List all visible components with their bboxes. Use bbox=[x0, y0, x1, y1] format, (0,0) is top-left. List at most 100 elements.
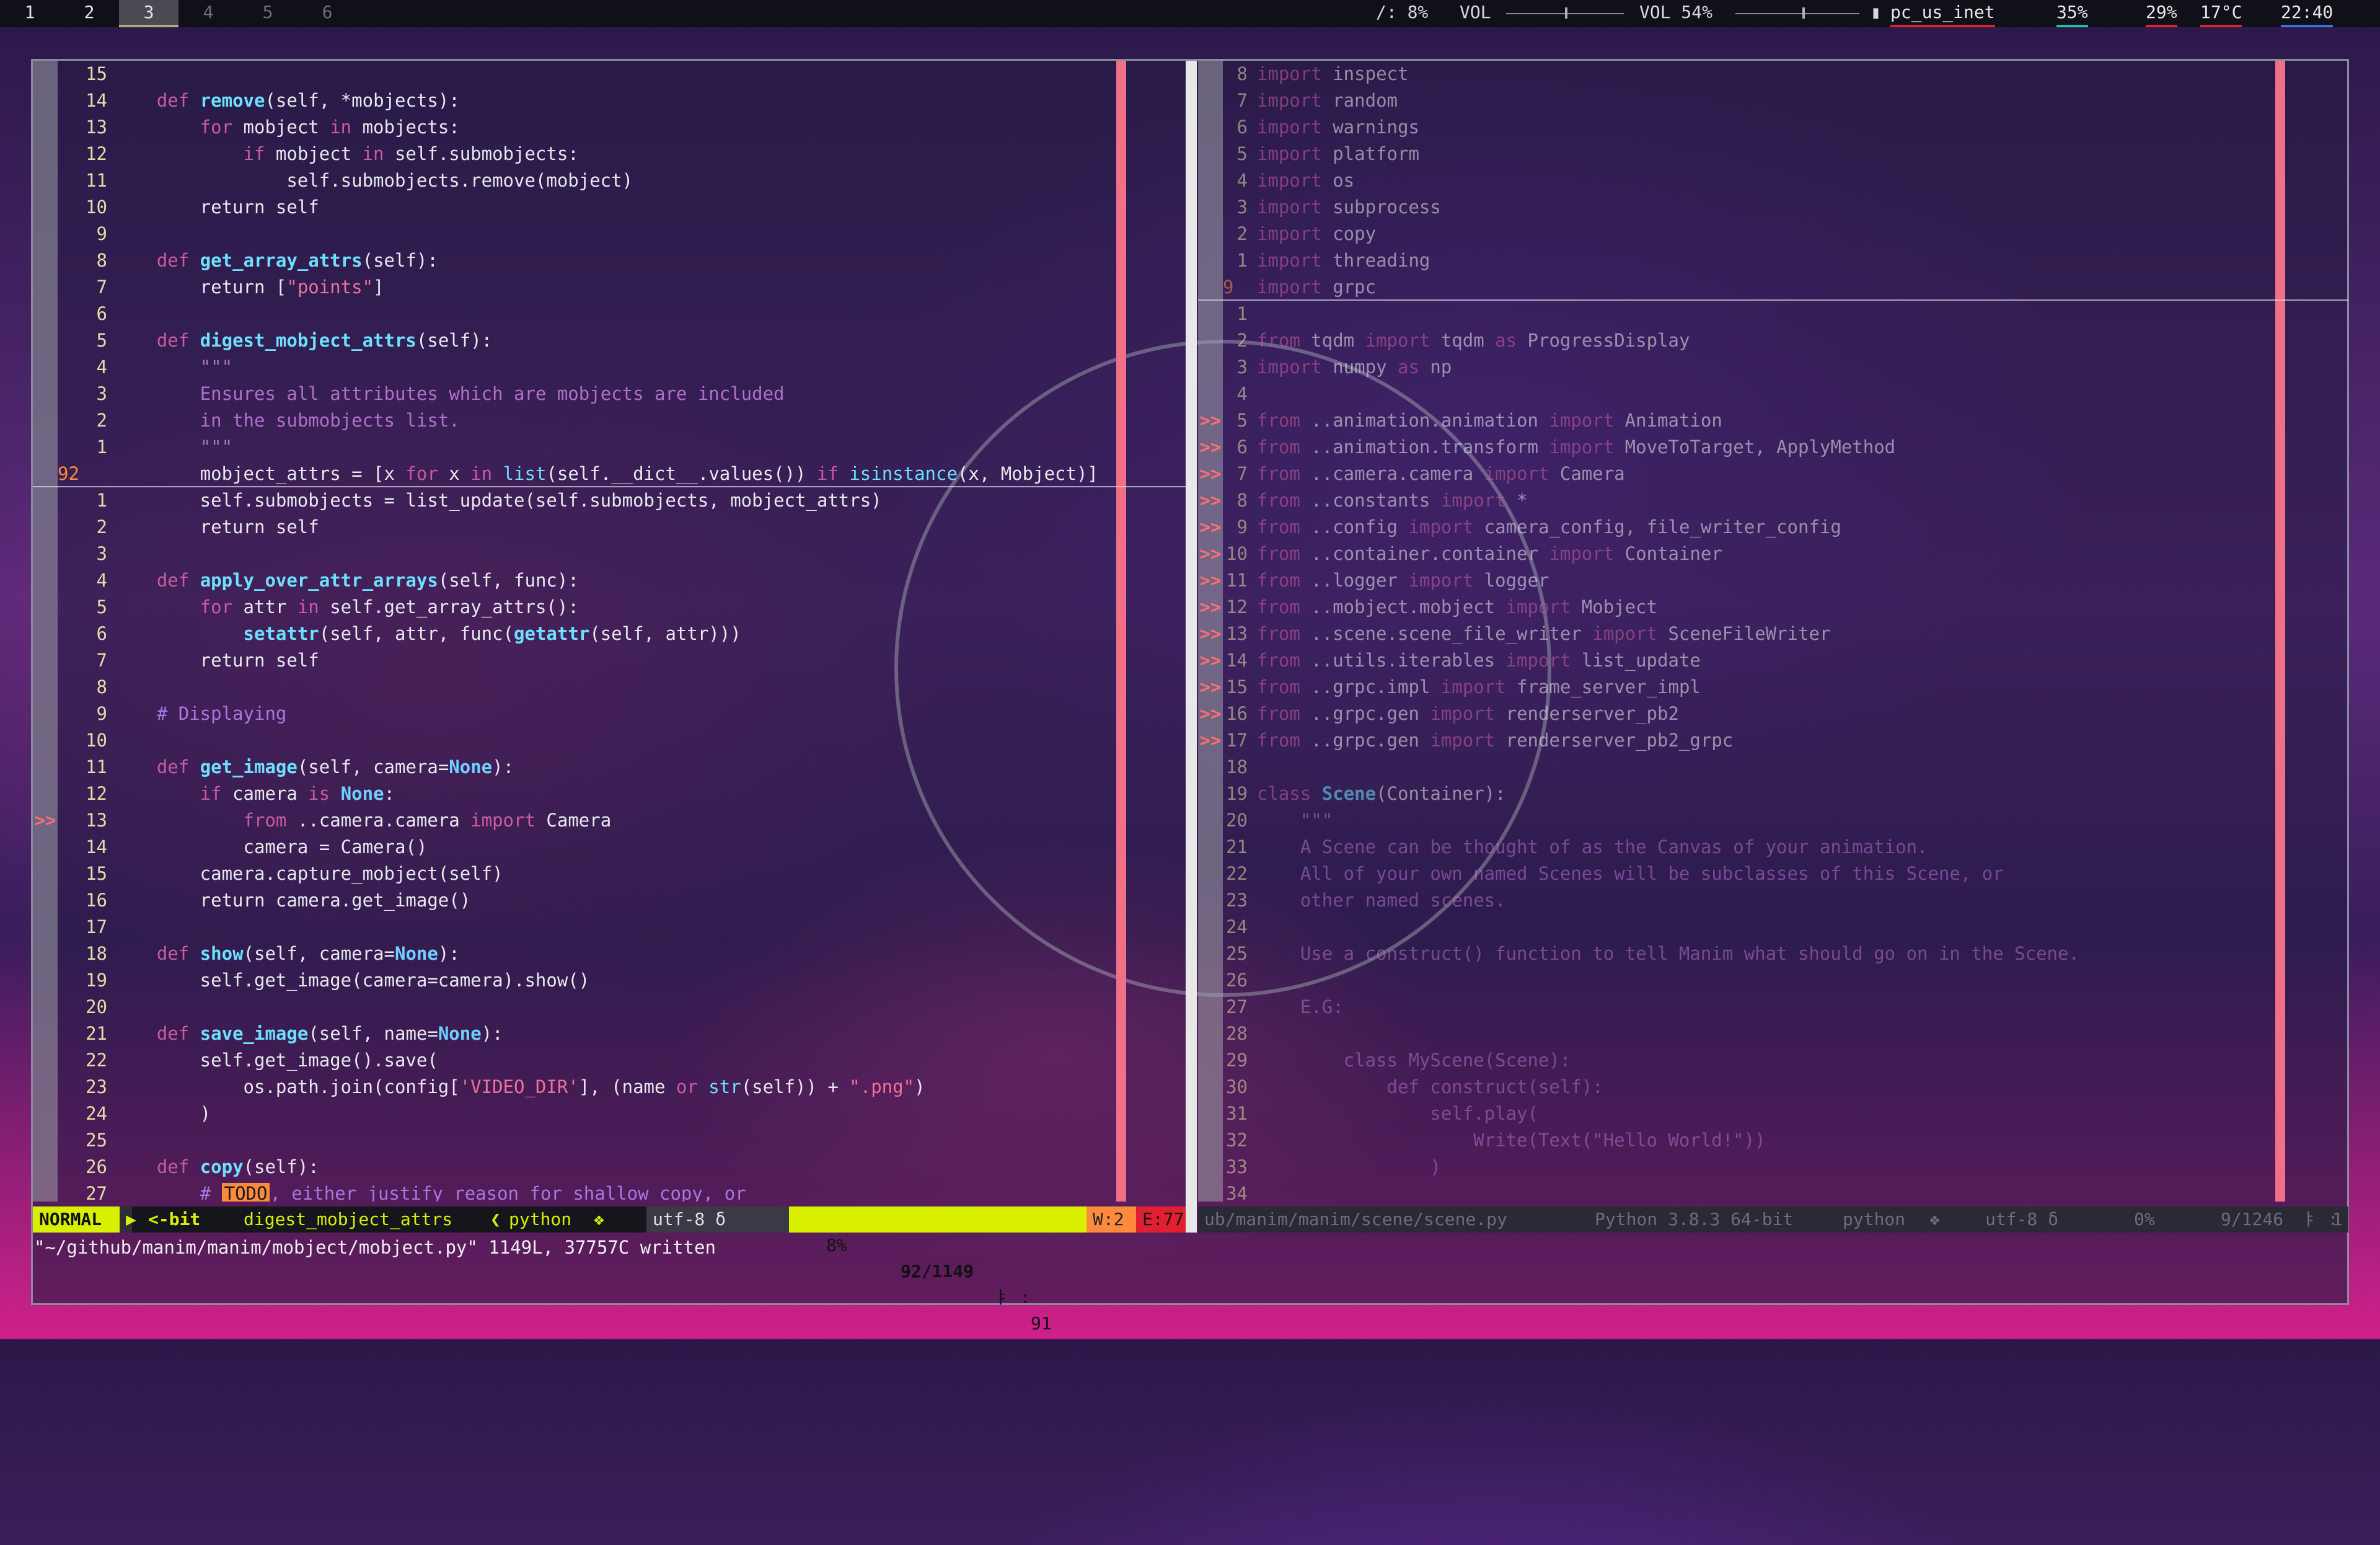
code-line[interactable]: 7 import random bbox=[1198, 87, 2348, 114]
code-line[interactable]: 25 Use a construct() function to tell Ma… bbox=[1198, 941, 2348, 967]
code-line[interactable]: 9 import grpc bbox=[1198, 274, 2348, 301]
code-line[interactable]: 11 def get_image(self, camera=None): bbox=[33, 754, 1186, 781]
code-line[interactable]: 31 self.play( bbox=[1198, 1100, 2348, 1127]
code-line[interactable]: 19 self.get_image(camera=camera).show() bbox=[33, 967, 1186, 994]
workspace-1[interactable]: 1 bbox=[0, 0, 60, 27]
code-line[interactable]: 12 if camera is None: bbox=[33, 781, 1186, 807]
code-line[interactable]: 10 bbox=[33, 727, 1186, 754]
error-count[interactable]: E:77 bbox=[1136, 1206, 1186, 1233]
workspace-3[interactable]: 3 bbox=[119, 0, 178, 27]
code-line[interactable]: 8 bbox=[33, 674, 1186, 701]
code-line[interactable]: 23 other named scenes. bbox=[1198, 887, 2348, 914]
code-line[interactable]: 18 bbox=[1198, 754, 2348, 781]
workspace-6[interactable]: 6 bbox=[298, 0, 357, 27]
code-line[interactable]: 10 return self bbox=[33, 194, 1186, 221]
code-line[interactable]: 2 return self bbox=[33, 514, 1186, 541]
code-line[interactable]: 1 self.submobjects = list_update(self.su… bbox=[33, 487, 1186, 514]
code-line[interactable]: 92 mobject_attrs = [x for x in list(self… bbox=[33, 461, 1186, 487]
code-line[interactable]: >> 17 from ..grpc.gen import renderserver_… bbox=[1198, 727, 2348, 754]
code-line[interactable]: 5 import platform bbox=[1198, 141, 2348, 167]
code-line[interactable]: 24 ) bbox=[33, 1100, 1186, 1127]
code-line[interactable]: 1 """ bbox=[33, 434, 1186, 461]
editor-pane-right[interactable]: 8 import inspect 7 import random 6 import war… bbox=[1198, 61, 2348, 1202]
code-line[interactable]: 19 class Scene(Container): bbox=[1198, 781, 2348, 807]
code-line[interactable]: 2 in the submobjects list. bbox=[33, 407, 1186, 434]
code-line[interactable]: 13 for mobject in mobjects: bbox=[33, 114, 1186, 141]
code-line[interactable]: 2 import copy bbox=[1198, 221, 2348, 247]
code-line[interactable]: 3 import numpy as np bbox=[1198, 354, 2348, 381]
code-line[interactable]: >> 15 from ..grpc.impl import frame_server… bbox=[1198, 674, 2348, 701]
code-line[interactable]: 30 def construct(self): bbox=[1198, 1074, 2348, 1100]
code-line[interactable]: 28 bbox=[1198, 1020, 2348, 1047]
code-line[interactable]: 24 bbox=[1198, 914, 2348, 941]
code-line[interactable]: 33 ) bbox=[1198, 1154, 2348, 1180]
code-line[interactable]: 8 import inspect bbox=[1198, 61, 2348, 87]
code-line[interactable]: 3 bbox=[33, 541, 1186, 567]
workspace-2[interactable]: 2 bbox=[60, 0, 119, 27]
code-line[interactable]: 27 E.G: bbox=[1198, 994, 2348, 1020]
code-line[interactable]: 5 def digest_mobject_attrs(self): bbox=[33, 327, 1186, 354]
code-line[interactable]: 6 bbox=[33, 301, 1186, 327]
code-line[interactable]: 6 setattr(self, attr, func(getattr(self,… bbox=[33, 621, 1186, 647]
code-line[interactable]: 9 bbox=[33, 221, 1186, 247]
volume-slider-2[interactable] bbox=[1735, 13, 1859, 14]
code-line[interactable]: >> 13 from ..scene.scene_file_writer impor… bbox=[1198, 621, 2348, 647]
code-line[interactable]: 20 """ bbox=[1198, 807, 2348, 834]
code-line[interactable]: 25 bbox=[33, 1127, 1186, 1154]
code-line[interactable]: 34 bbox=[1198, 1180, 2348, 1202]
code-line[interactable]: 15 bbox=[33, 61, 1186, 87]
code-line[interactable]: 14 def remove(self, *mobjects): bbox=[33, 87, 1186, 114]
code-line[interactable]: 5 for attr in self.get_array_attrs(): bbox=[33, 594, 1186, 621]
command-line[interactable]: "~/github/manim/manim/mobject/mobject.py… bbox=[33, 1234, 716, 1261]
volume-slider-1-knob[interactable] bbox=[1565, 7, 1567, 19]
code-line[interactable]: 14 camera = Camera() bbox=[33, 834, 1186, 861]
code-line[interactable]: 17 bbox=[33, 914, 1186, 941]
code-line[interactable]: >> 10 from ..container.container import Co… bbox=[1198, 541, 2348, 567]
code-line[interactable]: 1 bbox=[1198, 301, 2348, 327]
vertical-split-divider[interactable] bbox=[1186, 61, 1197, 1233]
warning-count[interactable]: W:2 bbox=[1086, 1206, 1136, 1233]
code-line[interactable]: 16 return camera.get_image() bbox=[33, 887, 1186, 914]
code-line[interactable]: >> 7 from ..camera.camera import Camera bbox=[1198, 461, 2348, 487]
code-line[interactable]: >> 8 from ..constants import * bbox=[1198, 487, 2348, 514]
code-line[interactable]: 26 def copy(self): bbox=[33, 1154, 1186, 1180]
code-line[interactable]: >> 16 from ..grpc.gen import renderserver_… bbox=[1198, 701, 2348, 727]
code-line[interactable]: 4 bbox=[1198, 381, 2348, 407]
code-line[interactable]: 11 self.submobjects.remove(mobject) bbox=[33, 167, 1186, 194]
code-line[interactable]: 23 os.path.join(config['VIDEO_DIR'], (na… bbox=[33, 1074, 1186, 1100]
code-line[interactable]: >> 14 from ..utils.iterables import list_u… bbox=[1198, 647, 2348, 674]
code-line[interactable]: 4 """ bbox=[33, 354, 1186, 381]
code-line[interactable]: 18 def show(self, camera=None): bbox=[33, 941, 1186, 967]
code-line[interactable]: 22 self.get_image().save( bbox=[33, 1047, 1186, 1074]
code-line[interactable]: 3 import subprocess bbox=[1198, 194, 2348, 221]
code-line[interactable]: 4 import os bbox=[1198, 167, 2348, 194]
editor-pane-left[interactable]: 15 14 def remove(self, *mobjects): 13 for … bbox=[33, 61, 1186, 1202]
code-line[interactable]: 32 Write(Text("Hello World!")) bbox=[1198, 1127, 2348, 1154]
code-line[interactable]: 8 def get_array_attrs(self): bbox=[33, 247, 1186, 274]
code-line[interactable]: 29 class MyScene(Scene): bbox=[1198, 1047, 2348, 1074]
code-line[interactable]: 2 from tqdm import tqdm as ProgressDispla… bbox=[1198, 327, 2348, 354]
volume-slider-2-knob[interactable] bbox=[1802, 7, 1805, 19]
code-line[interactable]: 3 Ensures all attributes which are mobje… bbox=[33, 381, 1186, 407]
code-line[interactable]: >> 9 from ..config import camera_config, f… bbox=[1198, 514, 2348, 541]
code-line[interactable]: 12 if mobject in self.submobjects: bbox=[33, 141, 1186, 167]
code-line[interactable]: >> 11 from ..logger import logger bbox=[1198, 567, 2348, 594]
code-line[interactable]: >> 5 from ..animation.animation import Ani… bbox=[1198, 407, 2348, 434]
workspace-5[interactable]: 5 bbox=[238, 0, 298, 27]
code-line[interactable]: 1 import threading bbox=[1198, 247, 2348, 274]
code-line[interactable]: 22 All of your own named Scenes will be … bbox=[1198, 861, 2348, 887]
code-line[interactable]: 21 A Scene can be thought of as the Canv… bbox=[1198, 834, 2348, 861]
code-line[interactable]: 21 def save_image(self, name=None): bbox=[33, 1020, 1186, 1047]
code-line[interactable]: 4 def apply_over_attr_arrays(self, func)… bbox=[33, 567, 1186, 594]
code-line[interactable]: 7 return self bbox=[33, 647, 1186, 674]
code-line[interactable]: 15 camera.capture_mobject(self) bbox=[33, 861, 1186, 887]
code-line[interactable]: 26 bbox=[1198, 967, 2348, 994]
code-line[interactable]: 27 # TODO, either justify reason for sha… bbox=[33, 1180, 1186, 1202]
code-line[interactable]: >> 13 from ..camera.camera import Camera bbox=[33, 807, 1186, 834]
code-line[interactable]: 20 bbox=[33, 994, 1186, 1020]
code-line[interactable]: 7 return ["points"] bbox=[33, 274, 1186, 301]
code-line[interactable]: >> 6 from ..animation.transform import Mov… bbox=[1198, 434, 2348, 461]
code-line[interactable]: 6 import warnings bbox=[1198, 114, 2348, 141]
workspace-4[interactable]: 4 bbox=[178, 0, 238, 27]
code-line[interactable]: 9 # Displaying bbox=[33, 701, 1186, 727]
